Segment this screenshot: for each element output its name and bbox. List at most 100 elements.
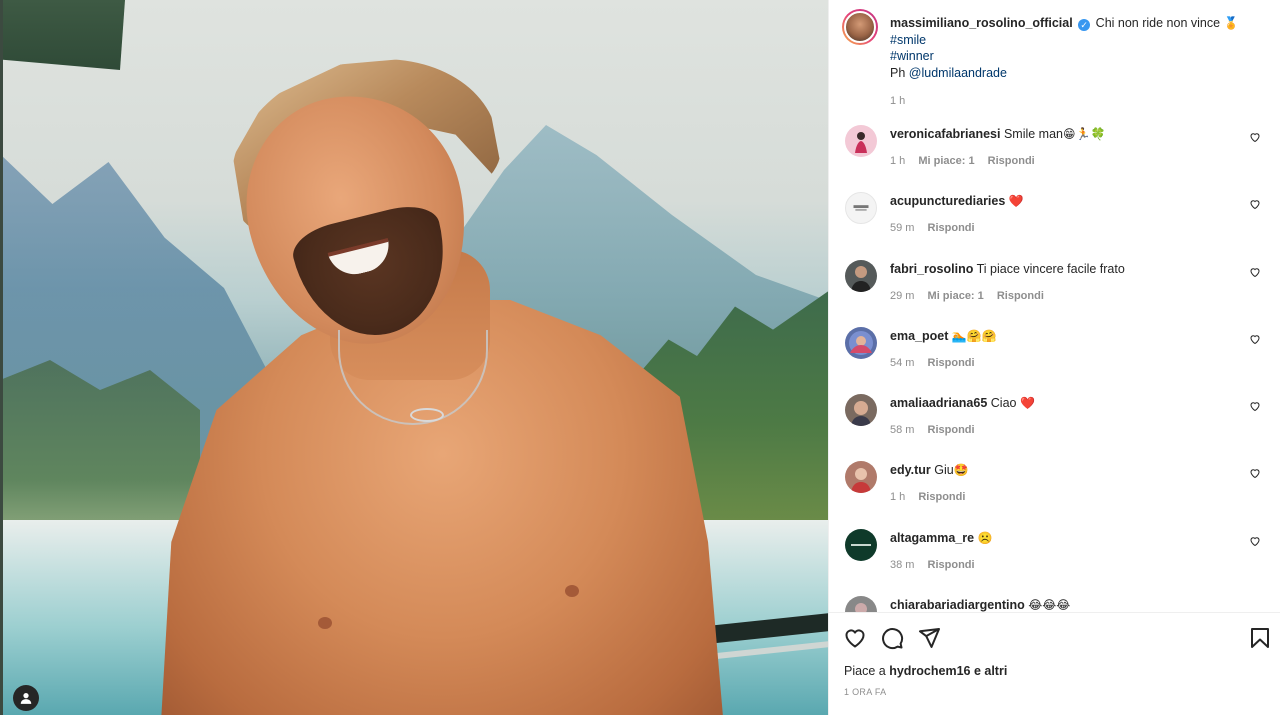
- photo-umbrella: [0, 0, 125, 70]
- comment-text: ema_poet 🏊🤗🤗: [890, 328, 1230, 344]
- hashtag-winner[interactable]: #winner: [890, 49, 934, 63]
- comment-username[interactable]: edy.tur: [890, 463, 931, 477]
- heart-icon[interactable]: [1249, 198, 1261, 210]
- comment-time[interactable]: 54 m: [890, 357, 914, 369]
- comment-time[interactable]: 29 m: [890, 290, 914, 302]
- heart-icon[interactable]: [1249, 131, 1261, 143]
- heart-icon[interactable]: [843, 626, 867, 650]
- avatar-image: [849, 331, 873, 355]
- photo-infinity-pendant: [410, 408, 444, 422]
- photo-credit-user[interactable]: @ludmilaandrade: [909, 66, 1007, 80]
- comment-text: veronicafabrianesi Smile man😁🏃🍀: [890, 126, 1230, 142]
- comment-avatar[interactable]: [845, 125, 877, 157]
- comment-item: veronicafabrianesi Smile man😁🏃🍀 1 h Mi p…: [842, 125, 1267, 185]
- comment-likes[interactable]: Mi piace: 1: [928, 290, 984, 302]
- comment-emoji: 😁🏃🍀: [1063, 127, 1106, 141]
- user-tag-icon: [20, 693, 32, 704]
- comment-username[interactable]: altagamma_re: [890, 531, 974, 545]
- author-avatar[interactable]: [842, 9, 878, 45]
- avatar-image: [853, 205, 869, 211]
- heart-icon[interactable]: [1249, 535, 1261, 547]
- verified-badge-icon: ✓: [1078, 19, 1091, 31]
- comment-item: edy.tur Giu🤩 1 h Rispondi: [842, 461, 1267, 521]
- comment-time[interactable]: 1 h: [890, 155, 905, 167]
- comment-body: Ti piace vincere facile frato: [976, 262, 1125, 276]
- likes-user[interactable]: hydrochem16: [889, 664, 970, 678]
- comment-item: altagamma_re ☹️ 38 m Rispondi: [842, 529, 1267, 589]
- comment-text: edy.tur Giu🤩: [890, 462, 1230, 478]
- avatar-image: [851, 401, 871, 426]
- comment-emoji: ❤️: [1019, 396, 1035, 410]
- photo-credit-prefix: Ph: [890, 65, 906, 80]
- send-icon[interactable]: [917, 626, 941, 650]
- comment-emoji: 🤩: [953, 463, 969, 477]
- comment-username[interactable]: amaliaadriana65: [890, 396, 987, 410]
- avatar-image: [851, 468, 871, 493]
- comment-avatar[interactable]: [845, 192, 877, 224]
- avatar-image: [855, 603, 867, 612]
- caption-meta: 1 h: [890, 93, 1260, 110]
- comment-avatar[interactable]: [845, 461, 877, 493]
- reply-button[interactable]: Rispondi: [997, 290, 1044, 302]
- comment-emoji: 😂😂😂: [1028, 598, 1071, 612]
- photo-left-edge: [0, 0, 3, 715]
- comment-text: chiarabariadiargentino 😂😂😂: [890, 597, 1230, 612]
- reply-button[interactable]: Rispondi: [918, 491, 965, 503]
- comment-text: amaliaadriana65 Ciao ❤️: [890, 395, 1230, 411]
- post-time-ago[interactable]: 1 ora fa: [844, 687, 886, 697]
- post-photo[interactable]: [0, 0, 828, 715]
- comment-meta: 1 h Rispondi: [890, 491, 975, 503]
- heart-icon[interactable]: [1249, 467, 1261, 479]
- caption-emoji: 🏅: [1223, 16, 1239, 30]
- avatar-image: [851, 544, 871, 546]
- post-side-panel: massimiliano_rosolino_official ✓ Chi non…: [828, 0, 1280, 715]
- comment-emoji: ☹️: [977, 531, 993, 545]
- comment-emoji: ❤️: [1008, 194, 1024, 208]
- comment-avatar[interactable]: [845, 529, 877, 561]
- caption-text: Chi non ride non vince: [1095, 16, 1221, 30]
- author-username[interactable]: massimiliano_rosolino_official: [890, 16, 1073, 30]
- likes-summary[interactable]: Piace a hydrochem16 e altri: [844, 664, 1007, 678]
- reply-button[interactable]: Rispondi: [988, 155, 1035, 167]
- comment-avatar[interactable]: [845, 260, 877, 292]
- comment-icon[interactable]: [880, 626, 904, 650]
- comment-body: Ciao: [990, 396, 1017, 410]
- photo-detail: [565, 585, 579, 597]
- comment-username[interactable]: ema_poet: [890, 329, 948, 343]
- heart-icon[interactable]: [1249, 333, 1261, 345]
- comment-meta: 58 m Rispondi: [890, 424, 985, 436]
- reply-button[interactable]: Rispondi: [928, 559, 975, 571]
- comment-item: chiarabariadiargentino 😂😂😂: [842, 596, 1267, 612]
- comment-item: fabri_rosolino Ti piace vincere facile f…: [842, 260, 1267, 320]
- comment-meta: 38 m Rispondi: [890, 559, 985, 571]
- comment-time[interactable]: 38 m: [890, 559, 914, 571]
- comment-meta: 54 m Rispondi: [890, 357, 985, 369]
- comment-username[interactable]: fabri_rosolino: [890, 262, 973, 276]
- comment-avatar[interactable]: [845, 596, 877, 612]
- post-actions: Piace a hydrochem16 e altri 1 ora fa: [829, 612, 1280, 715]
- comments-scroll-area[interactable]: massimiliano_rosolino_official ✓ Chi non…: [829, 0, 1280, 612]
- comment-username[interactable]: veronicafabrianesi: [890, 127, 1000, 141]
- comment-body: Giu: [934, 463, 954, 477]
- caption-body: massimiliano_rosolino_official ✓ Chi non…: [890, 15, 1260, 110]
- comment-time[interactable]: 59 m: [890, 222, 914, 234]
- comment-username[interactable]: acupuncturediaries: [890, 194, 1005, 208]
- comment-username[interactable]: chiarabariadiargentino: [890, 598, 1025, 612]
- comment-time[interactable]: 58 m: [890, 424, 914, 436]
- caption-time[interactable]: 1 h: [890, 95, 905, 107]
- comment-avatar[interactable]: [845, 394, 877, 426]
- tagged-users-button[interactable]: [13, 685, 39, 711]
- heart-icon[interactable]: [1249, 400, 1261, 412]
- comment-time[interactable]: 1 h: [890, 491, 905, 503]
- hashtag-smile[interactable]: #smile: [890, 33, 926, 47]
- reply-button[interactable]: Rispondi: [928, 222, 975, 234]
- reply-button[interactable]: Rispondi: [928, 357, 975, 369]
- comment-avatar[interactable]: [845, 327, 877, 359]
- heart-icon[interactable]: [1249, 266, 1261, 278]
- comment-text: fabri_rosolino Ti piace vincere facile f…: [890, 261, 1230, 277]
- bookmark-icon[interactable]: [1248, 626, 1272, 650]
- photo-detail: [318, 617, 332, 629]
- likes-suffix[interactable]: e altri: [974, 664, 1007, 678]
- comment-likes[interactable]: Mi piace: 1: [918, 155, 974, 167]
- reply-button[interactable]: Rispondi: [928, 424, 975, 436]
